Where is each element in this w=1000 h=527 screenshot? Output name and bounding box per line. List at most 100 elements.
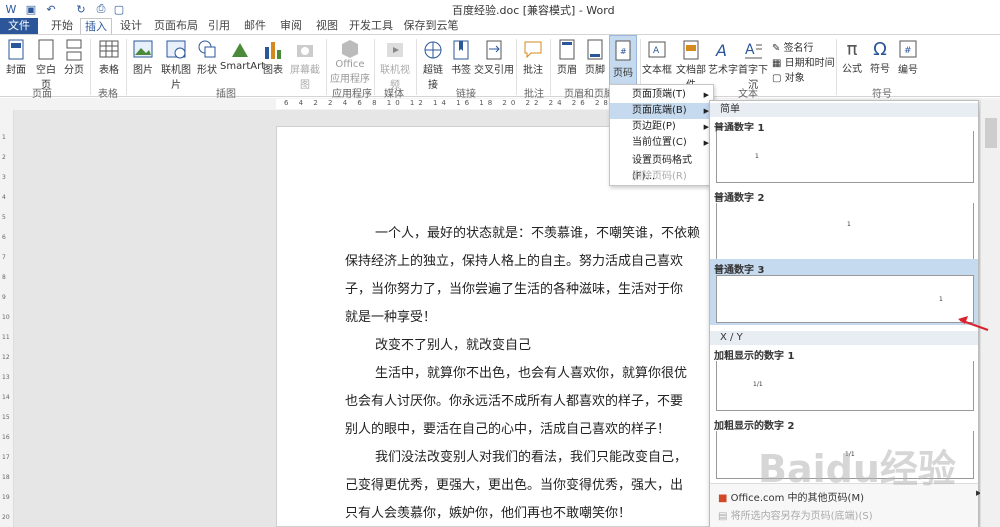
numbering-button[interactable]: # 编号 [896,39,920,76]
bookmark-button[interactable]: 书签 [448,39,474,76]
word-logo-icon: W [5,2,17,16]
page-number-preview: 1 [755,153,759,160]
smartart-button[interactable]: SmartArt [220,39,265,72]
page-number-button[interactable]: # 页码 [609,35,637,85]
gallery-item-plain-number-3[interactable]: 1 [716,275,974,323]
footer-icon [587,39,603,60]
ruler-number: 3 [2,174,6,181]
tab-developer[interactable]: 开发工具 [348,18,394,34]
hyperlink-label: 超链接 [423,65,443,91]
ruler-number: 4 [2,194,6,201]
tab-references[interactable]: 引用 [204,18,234,34]
vertical-ruler[interactable]: 1 2 3 4 5 6 7 8 9 10 11 12 13 14 15 16 17 18 19 20 [0,110,14,527]
separator [126,39,127,95]
blank-page-button[interactable]: 空白页 [32,39,60,91]
new-doc-icon[interactable]: ▢ [112,2,126,16]
text-box-button[interactable]: A 文本框 [642,39,672,76]
ruler-number: 11 [2,334,10,341]
header-button[interactable]: 页眉 [554,39,580,76]
save-icon[interactable]: ▣ [24,2,38,16]
wordart-label: 艺术字 [708,65,738,76]
page-number-menu: 页面顶端(T) ▶ 页面底端(B) ▶ 页边距(P) ▶ 当前位置(C) ▶ 设置页码格… [609,84,714,186]
chart-button[interactable]: 图表 [262,39,284,76]
menu-item-page-margins[interactable]: 页边距(P) ▶ [610,119,713,135]
comment-button[interactable]: 批注 [520,39,546,76]
save-selection-icon: ▤ [718,511,731,522]
ribbon-tabs: 文件 开始 插入 设计 页面布局 引用 邮件 审阅 视图 开发工具 保存到云笔记 [0,18,1000,48]
menu-item-current-position[interactable]: 当前位置(C) ▶ [610,135,713,151]
gallery-save-selection-button[interactable]: ▤ 将所选内容另存为页码(底端)(S) [718,507,873,522]
wordart-button[interactable]: A 艺术字 [708,39,738,76]
more-online-label: Office.com 中的其他页码(M) [730,493,864,504]
redo-icon[interactable]: ↻ [74,2,88,16]
chart-icon [265,42,281,59]
page-break-label: 分页 [64,65,84,76]
ribbon: 封面 空白页 分页 表格 图片 联机图片 形状 SmartArt 图表 屏幕截图 [0,34,1000,100]
gallery-item-plain-number-1[interactable]: 1 [716,131,974,183]
separator [836,39,837,95]
text-box-label: 文本框 [642,65,672,76]
paragraph-line: 也会有人讨厌你。你永远活不成所有人都喜欢的样子，不要 [345,394,684,409]
office-icon: ■ [718,493,731,504]
drop-cap-icon: A [745,42,762,59]
separator [374,39,375,95]
svg-text:A: A [715,41,727,60]
tab-file[interactable]: 文件 [0,18,38,34]
tab-mailings[interactable]: 邮件 [240,18,270,34]
date-time-button[interactable]: ▦ 日期和时间 [772,54,836,69]
symbol-button[interactable]: Ω 符号 [868,39,892,75]
scrollbar-thumb[interactable] [985,118,997,148]
page-break-button[interactable]: 分页 [62,39,86,76]
title-bar: W ▣ ↶ ↻ ⎙ ▢ 百度经验.doc [兼容模式] - Word [0,0,1000,18]
tab-insert[interactable]: 插入 [80,18,112,34]
shapes-button[interactable]: 形状 [194,39,220,76]
equation-button[interactable]: π 公式 [840,39,864,75]
ruler-number: 13 [2,374,10,381]
footer-label: 页脚 [585,65,605,76]
separator [516,39,517,95]
menu-item-bottom-of-page[interactable]: 页面底端(B) ▶ [610,103,713,119]
cross-reference-button[interactable]: 交叉引用 [474,39,514,76]
menu-item-top-of-page[interactable]: 页面顶端(T) ▶ [610,87,713,103]
comment-label: 批注 [523,65,543,76]
office-apps-button[interactable]: Office 应用程序 [330,39,370,85]
paragraph-line: 生活中，就算你不出色，也会有人喜欢你，就算你很优 [375,366,688,381]
smartart-label: SmartArt [220,61,266,72]
window-title: 百度经验.doc [兼容模式] - Word [452,4,615,17]
print-icon[interactable]: ⎙ [94,2,108,16]
online-pictures-button[interactable]: 联机图片 [158,39,194,91]
gallery-item-title: 加粗显示的数字 1 [714,351,795,362]
tab-view[interactable]: 视图 [312,18,342,34]
object-button[interactable]: ▢ 对象 [772,69,822,84]
separator [326,39,327,95]
gallery-item-bold-number-1[interactable]: 1/1 [716,361,974,411]
gallery-item-plain-number-2[interactable]: 1 [716,203,974,267]
tab-cloud-notes[interactable]: 保存到云笔记 [400,18,462,48]
footer-button[interactable]: 页脚 [582,39,608,76]
svg-text:A: A [653,46,660,56]
document-page[interactable] [276,126,746,527]
shapes-icon [198,40,216,58]
tab-layout[interactable]: 页面布局 [150,18,202,34]
drop-cap-button[interactable]: A 首字下沉 [736,39,770,91]
page-number-icon: # [615,40,631,61]
screenshot-button[interactable]: 屏幕截图 [286,39,324,91]
paragraph-line: 就是一种享受！ [345,310,437,325]
cover-page-button[interactable]: 封面 [4,39,28,76]
office-apps-icon [342,40,358,58]
tab-design[interactable]: 设计 [114,18,148,34]
online-video-button[interactable]: 联机视频 [376,39,414,91]
object-label: 对象 [784,73,805,84]
pictures-button[interactable]: 图片 [130,39,156,76]
hyperlink-button[interactable]: 超链接 [420,39,446,91]
gallery-item-title: 普通数字 2 [714,193,765,204]
signature-line-button[interactable]: ✎ 签名行 [772,39,832,54]
tab-home[interactable]: 开始 [44,18,80,34]
ruler-number: 2 [2,154,6,161]
menu-item-remove-page-numbers[interactable]: 删除页码(R) [610,169,713,185]
undo-icon[interactable]: ↶ [44,2,58,16]
tab-review[interactable]: 审阅 [276,18,306,34]
table-button[interactable]: 表格 [96,39,122,76]
separator [550,39,551,95]
menu-item-format-page-numbers[interactable]: 设置页码格式(F)... [610,153,713,182]
